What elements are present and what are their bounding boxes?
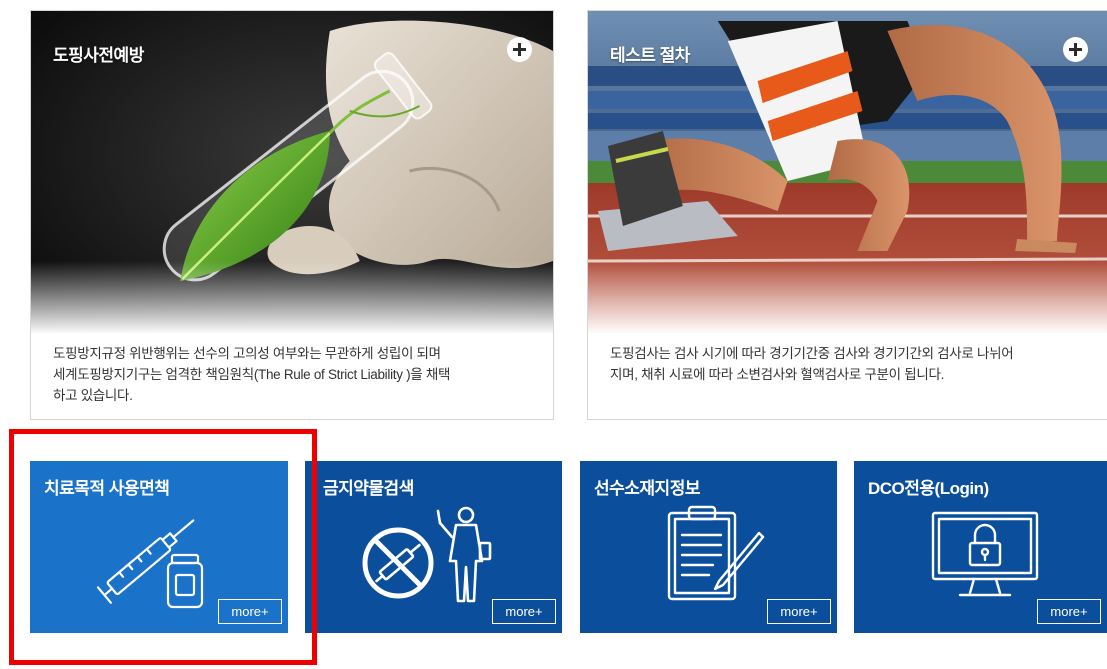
monitor-lock-icon <box>931 511 1039 597</box>
card-test-procedure[interactable]: 테스트 절차 도핑검사는 검사 시기에 따라 경기기간중 검사와 경기기간외 검… <box>587 10 1107 420</box>
description-line: 지며, 채취 시료에 따라 소변검사와 혈액검사로 구분이 됩니다. <box>610 367 945 382</box>
tile-dco-login[interactable]: DCO전용(Login) more+ <box>854 461 1107 633</box>
tile-therapeutic-use-exemption[interactable]: 치료목적 사용면책 more+ <box>30 461 288 633</box>
description-line: 도핑검사는 검사 시기에 따라 경기기간중 검사와 경기기간외 검사로 나뉘어 <box>610 346 1014 361</box>
plus-circle-icon[interactable] <box>1063 37 1088 62</box>
tile-label: 금지약물검색 <box>323 479 414 498</box>
plus-circle-icon[interactable] <box>507 37 532 62</box>
description-line: 하고 있습니다. <box>53 388 133 403</box>
description-line: 도핑방지규정 위반행위는 선수의 고의성 여부와는 무관하게 성립이 되며 <box>53 346 441 361</box>
more-button[interactable]: more+ <box>218 599 282 624</box>
photo-fade <box>588 261 1107 341</box>
prohibited-substance-icon <box>362 506 492 603</box>
photo-fade <box>31 261 553 341</box>
tile-label: DCO전용(Login) <box>868 479 989 498</box>
description-line: 세계도핑방지기구는 엄격한 책임원칙(The Rule of Strict Li… <box>53 367 451 382</box>
tile-label: 선수소재지정보 <box>594 479 700 498</box>
more-button[interactable]: more+ <box>492 599 556 624</box>
clipboard-pen-icon <box>667 505 765 601</box>
more-button[interactable]: more+ <box>767 599 831 624</box>
tile-prohibited-substance-search[interactable]: 금지약물검색 more+ <box>305 461 562 633</box>
tile-athlete-whereabouts[interactable]: 선수소재지정보 more+ <box>580 461 837 633</box>
card-description: 도핑검사는 검사 시기에 따라 경기기간중 검사와 경기기간외 검사로 나뉘어 … <box>610 343 1091 385</box>
card-description: 도핑방지규정 위반행위는 선수의 고의성 여부와는 무관하게 성립이 되며 세계… <box>53 343 537 406</box>
card-title: 테스트 절차 <box>610 46 690 65</box>
more-button[interactable]: more+ <box>1037 599 1101 624</box>
tile-label: 치료목적 사용면책 <box>44 479 170 498</box>
syringe-vial-icon <box>96 519 204 609</box>
card-title: 도핑사전예방 <box>53 46 144 65</box>
card-doping-prevention[interactable]: 도핑사전예방 도핑방지규정 위반행위는 선수의 고의성 여부와는 무관하게 성립… <box>30 10 554 420</box>
